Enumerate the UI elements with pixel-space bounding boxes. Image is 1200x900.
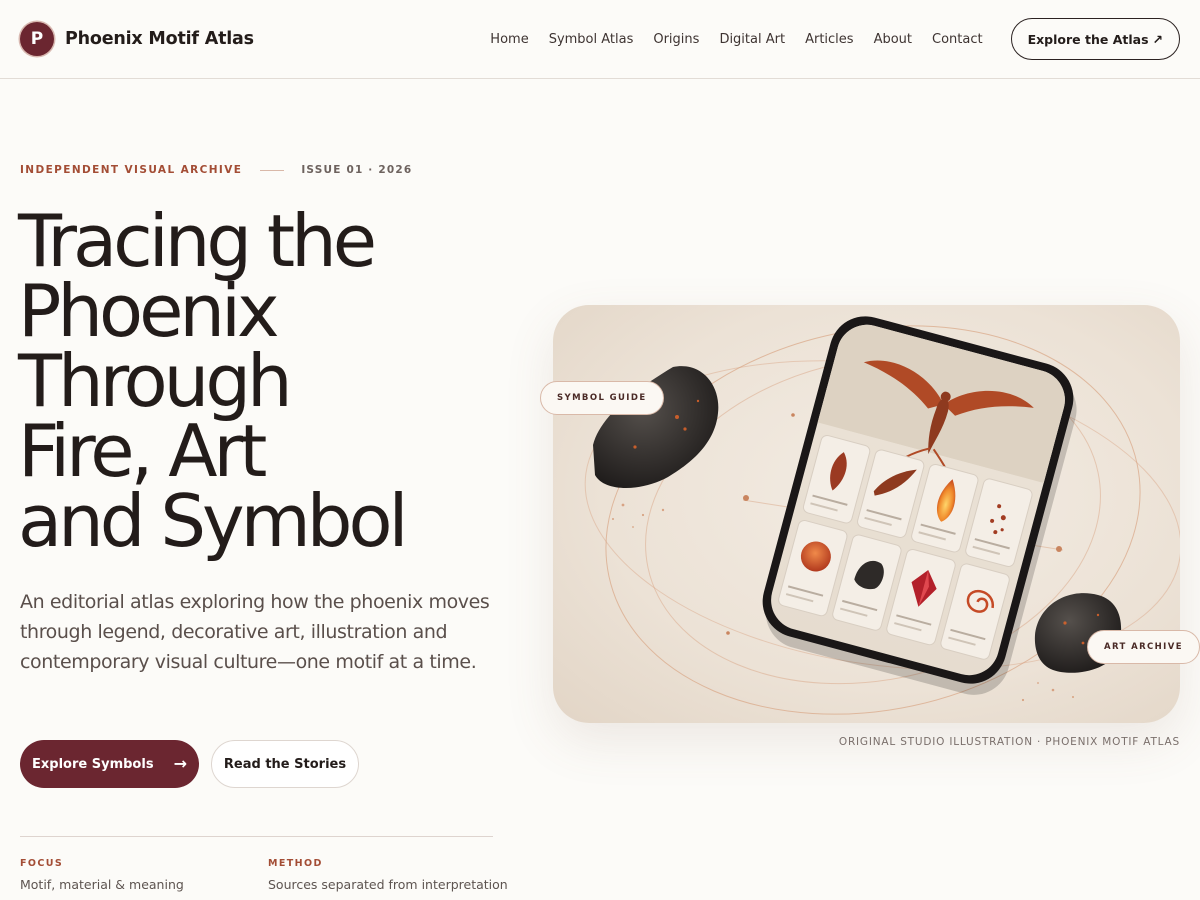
nav-articles[interactable]: Articles xyxy=(805,32,853,47)
headline-line: Tracing the xyxy=(18,199,377,283)
meta-focus: FOCUS Motif, material & meaning xyxy=(20,858,184,892)
symbol-guide-badge: SYMBOL GUIDE xyxy=(540,381,664,415)
eyebrow-divider xyxy=(260,169,285,171)
eyebrow: INDEPENDENT VISUAL ARCHIVE ISSUE 01 · 20… xyxy=(20,164,412,176)
nav-home[interactable]: Home xyxy=(490,32,528,47)
arrow-right-icon: → xyxy=(173,754,187,773)
explore-atlas-label: Explore the Atlas xyxy=(1027,31,1149,47)
headline-line: Fire, Art xyxy=(18,409,267,493)
nav-about[interactable]: About xyxy=(874,32,912,47)
meta-label: FOCUS xyxy=(20,858,64,869)
main-nav: Home Symbol Atlas Origins Digital Art Ar… xyxy=(490,32,982,47)
explore-symbols-label: Explore Symbols xyxy=(32,756,154,772)
explore-symbols-button[interactable]: Explore Symbols → xyxy=(20,740,199,788)
nav-contact[interactable]: Contact xyxy=(932,32,983,47)
nav-symbol-atlas[interactable]: Symbol Atlas xyxy=(549,32,634,47)
nav-digital-art[interactable]: Digital Art xyxy=(719,32,785,47)
read-stories-button[interactable]: Read the Stories xyxy=(211,740,359,788)
art-archive-badge: ART ARCHIVE xyxy=(1087,630,1200,664)
explore-atlas-button[interactable]: Explore the Atlas ↗ xyxy=(1010,18,1180,60)
hero-headline: Tracing the Phoenix Through Fire, Art an… xyxy=(18,199,498,563)
meta-method: METHOD Sources separated from interpreta… xyxy=(268,858,508,892)
meta-divider xyxy=(20,836,493,837)
brand-mark-icon: P xyxy=(20,22,54,56)
phone-illustration xyxy=(584,316,1180,715)
eyebrow-label: INDEPENDENT VISUAL ARCHIVE xyxy=(20,164,243,176)
issue-label: ISSUE 01 · 2026 xyxy=(301,164,413,176)
nav-origins[interactable]: Origins xyxy=(653,32,699,47)
headline-line: Through xyxy=(18,339,293,423)
meta-value: Motif, material & meaning xyxy=(20,877,184,892)
hero-lede: An editorial atlas exploring how the pho… xyxy=(20,591,490,673)
meta-label: METHOD xyxy=(268,858,323,869)
brand-name: Phoenix Motif Atlas xyxy=(65,29,254,49)
site-header: P Phoenix Motif Atlas Home Symbol Atlas … xyxy=(0,0,1200,79)
meta-value: Sources separated from interpretation xyxy=(268,877,508,892)
brand-logo-link[interactable]: P Phoenix Motif Atlas xyxy=(20,22,254,56)
image-caption: ORIGINAL STUDIO ILLUSTRATION · PHOENIX M… xyxy=(838,736,1180,748)
hero-illustration xyxy=(553,305,1180,723)
arrow-up-right-icon: ↗ xyxy=(1152,31,1163,47)
headline-line: Phoenix xyxy=(18,269,280,353)
headline-line: and Symbol xyxy=(18,479,409,563)
